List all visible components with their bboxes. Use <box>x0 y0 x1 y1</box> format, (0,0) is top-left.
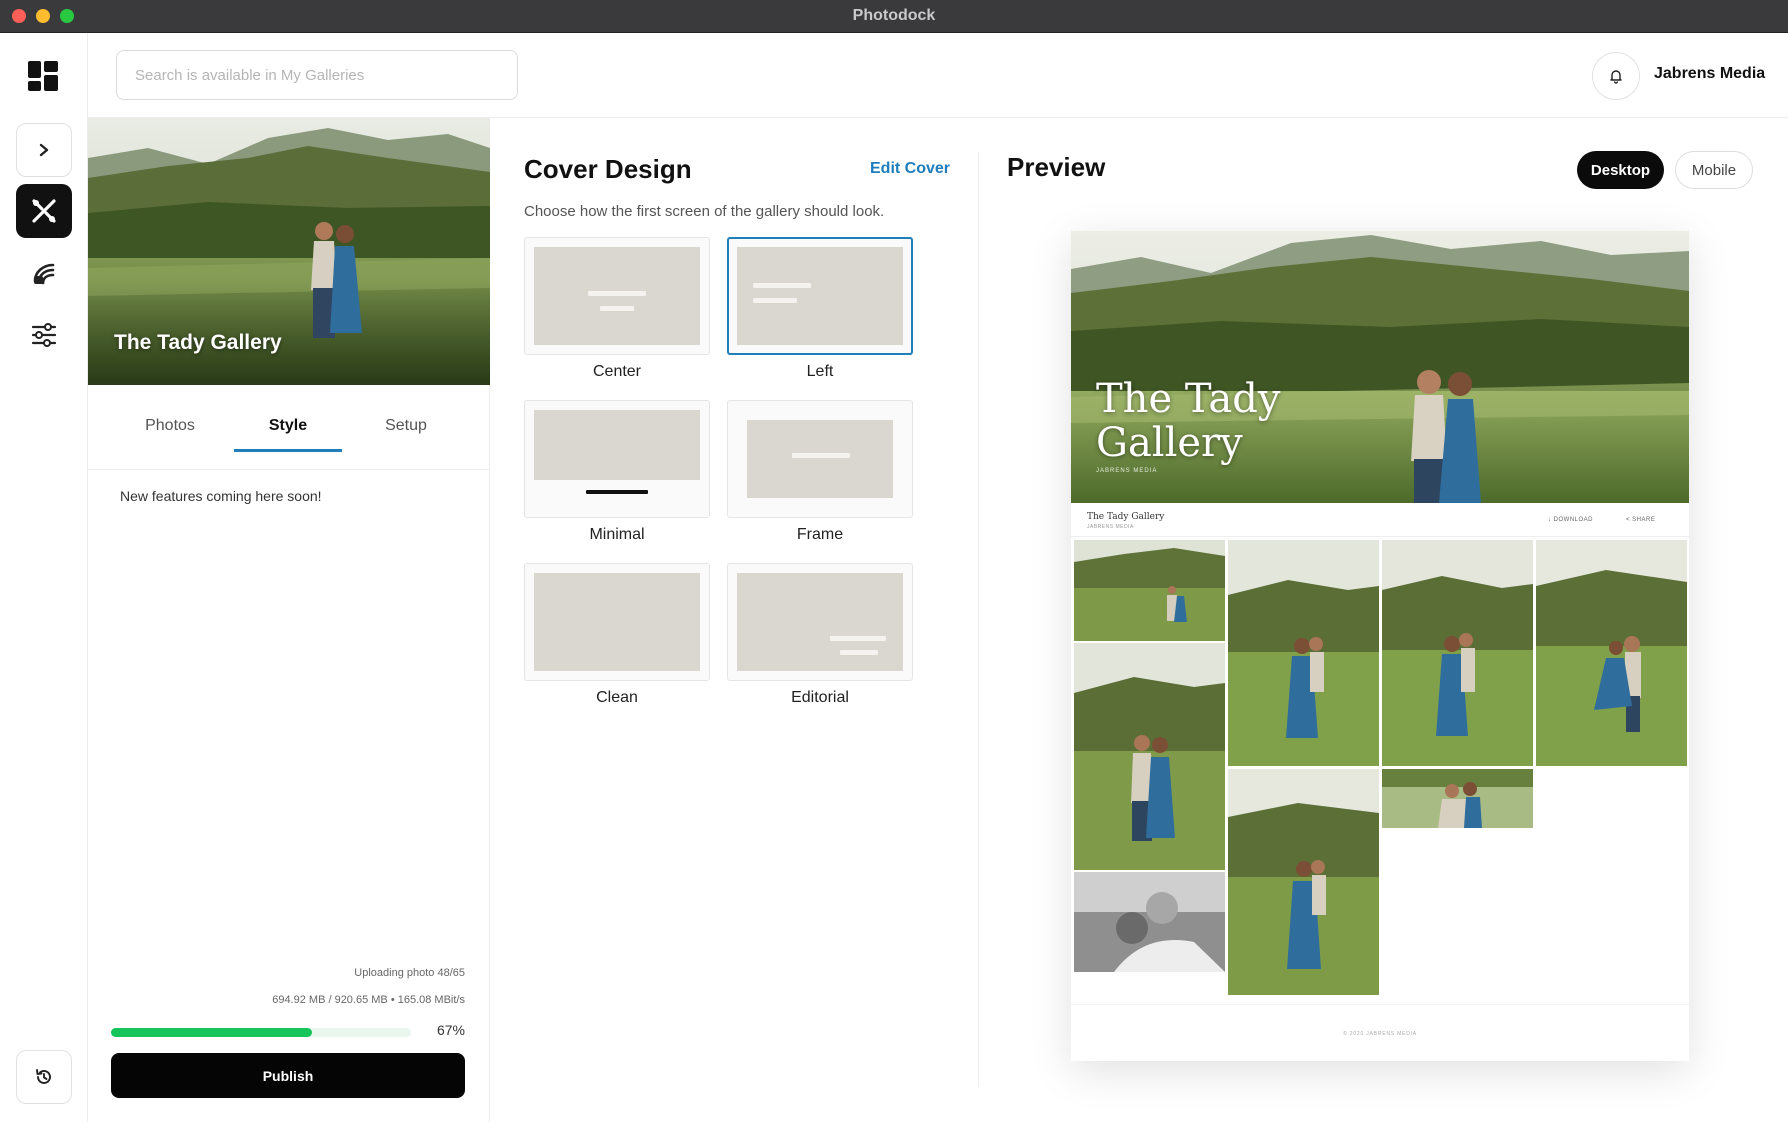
window-title: Photodock <box>852 7 936 24</box>
dashboard-grid-icon[interactable] <box>27 60 59 92</box>
chevron-right-icon <box>39 143 49 157</box>
edit-cover-link[interactable]: Edit Cover <box>870 160 950 178</box>
cover-option-minimal[interactable]: Minimal <box>524 400 710 544</box>
account-name[interactable]: Jabrens Media <box>1654 65 1765 83</box>
rail-design-button[interactable] <box>16 184 72 238</box>
preview-footer-divider <box>1071 1004 1689 1005</box>
search-input[interactable] <box>116 50 518 100</box>
rail-store-button[interactable] <box>16 246 72 300</box>
preview-canvas: The Tady Gallery JABRENS MEDIA The Tady … <box>1071 231 1689 1061</box>
preview-photo <box>1074 872 1225 972</box>
tab-style[interactable]: Style <box>234 417 342 435</box>
panel-divider <box>978 152 979 1087</box>
tab-photos[interactable]: Photos <box>116 417 224 435</box>
upload-status: Uploading photo 48/65 <box>354 967 465 979</box>
preview-bar-divider <box>1071 536 1689 537</box>
cover-option-center[interactable]: Center <box>524 237 710 381</box>
preview-footer-text: © 2020 JABRENS MEDIA <box>1343 1031 1417 1037</box>
cover-option-left[interactable]: Left <box>727 237 913 381</box>
cover-design-description: Choose how the first screen of the galle… <box>524 203 885 220</box>
cover-design-panel: Cover Design Edit Cover Choose how the f… <box>490 118 978 1122</box>
upload-progress-label: 67% <box>436 1022 465 1038</box>
bell-icon <box>1610 70 1622 84</box>
preview-share-link: < SHARE <box>1626 517 1656 523</box>
preview-photo <box>1536 540 1687 766</box>
preview-mobile-button[interactable]: Mobile <box>1675 151 1753 189</box>
preview-bar-title: The Tady Gallery <box>1087 512 1165 522</box>
preview-photo <box>1074 643 1225 870</box>
cover-option-label: Editorial <box>791 689 849 706</box>
history-button[interactable] <box>16 1050 72 1104</box>
preview-photo <box>1228 769 1379 995</box>
app-window: Photodock Search is available in My Gall… <box>0 0 1788 1122</box>
upload-progress-bar <box>111 1028 411 1037</box>
active-tab-indicator <box>234 449 342 452</box>
history-icon <box>36 1069 51 1084</box>
cover-option-frame[interactable]: Frame <box>727 400 913 544</box>
style-notice: New features coming here soon! <box>120 488 322 504</box>
preview-photo <box>1382 769 1533 828</box>
cover-option-clean[interactable]: Clean <box>524 563 710 707</box>
preview-hero-title: The Tady Gallery <box>1096 376 1281 466</box>
cover-option-label: Frame <box>796 526 844 543</box>
notifications-button[interactable] <box>1592 52 1640 100</box>
preview-photo <box>1228 540 1379 766</box>
rail-settings-button[interactable] <box>16 308 72 362</box>
top-header: Jabrens Media <box>88 33 1788 118</box>
nav-rail <box>0 33 88 1122</box>
title-bar: Photodock <box>0 0 1788 33</box>
publish-button[interactable]: Publish <box>111 1053 465 1098</box>
preview-bar-subtitle: JABRENS MEDIA <box>1087 524 1134 530</box>
preview-photo <box>1382 540 1533 766</box>
preview-hero-subtitle: JABRENS MEDIA <box>1096 468 1158 474</box>
gallery-cover-image[interactable]: The Tady Gallery <box>88 118 490 385</box>
cover-option-label: Left <box>806 363 834 380</box>
cover-design-title: Cover Design <box>524 154 692 184</box>
gallery-panel: The Tady Gallery Photos Style Setup New … <box>88 118 490 1122</box>
preview-desktop-button[interactable]: Desktop <box>1577 151 1664 189</box>
preview-photo <box>1074 540 1225 641</box>
cover-option-editorial[interactable]: Editorial <box>727 563 913 707</box>
design-tools-icon <box>32 199 56 223</box>
upload-progress-fill <box>111 1028 312 1037</box>
sliders-icon <box>31 323 57 347</box>
cover-option-label: Minimal <box>589 526 645 543</box>
preview-title: Preview <box>1007 152 1106 182</box>
gallery-tabs: Photos Style Setup <box>88 385 490 470</box>
cover-option-label: Center <box>592 363 642 380</box>
cover-option-label: Clean <box>596 689 638 706</box>
preview-download-link: ↓ DOWNLOAD <box>1548 517 1594 523</box>
layers-icon <box>33 263 55 285</box>
expand-sidebar-button[interactable] <box>16 123 72 177</box>
gallery-title-overlay: The Tady Gallery <box>114 331 282 354</box>
preview-download-label: DOWNLOAD <box>1553 517 1594 523</box>
upload-stats: 694.92 MB / 920.65 MB • 165.08 MBit/s <box>272 994 465 1006</box>
preview-share-label: SHARE <box>1632 517 1656 523</box>
tab-setup[interactable]: Setup <box>352 417 460 435</box>
